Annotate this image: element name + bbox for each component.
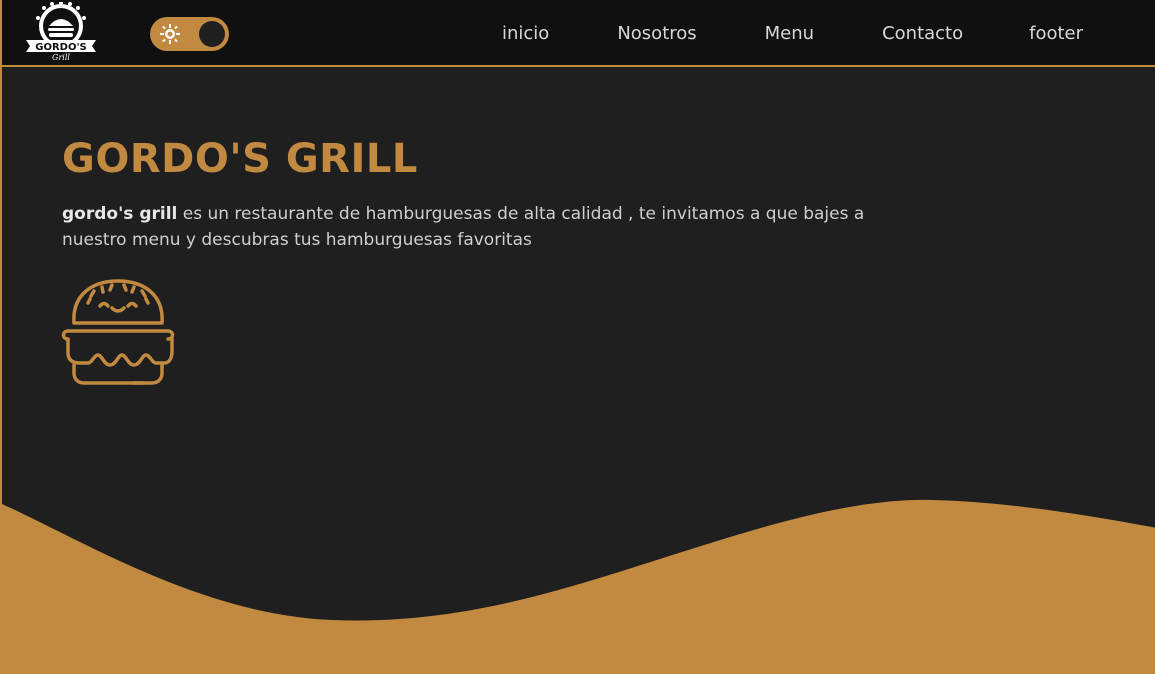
- nav-item-footer[interactable]: footer: [1029, 23, 1083, 44]
- gordos-grill-logo-icon: GORDO'S Grill: [26, 1, 96, 62]
- nav-item-nosotros[interactable]: Nosotros: [617, 23, 696, 44]
- logo-text-top: GORDO'S: [35, 42, 86, 53]
- logo-text-bottom: Grill: [52, 53, 70, 62]
- brand-logo[interactable]: GORDO'S Grill: [22, 1, 100, 62]
- page: GORDO'S Grill inicio Nosotros Menu Conta…: [0, 0, 1155, 674]
- theme-toggle[interactable]: [150, 17, 229, 51]
- sun-icon: [160, 24, 180, 44]
- hero-description: gordo's grill es un restaurante de hambu…: [62, 201, 922, 253]
- nav-item-inicio[interactable]: inicio: [502, 23, 549, 44]
- burger-icon: [61, 279, 175, 385]
- nav-item-menu[interactable]: Menu: [765, 23, 814, 44]
- nav-item-contacto[interactable]: Contacto: [882, 23, 963, 44]
- nav-menu: inicio Nosotros Menu Contacto footer: [492, 0, 1083, 67]
- hero-description-text: es un restaurante de hamburguesas de alt…: [62, 204, 865, 250]
- decorative-wave: [2, 499, 1155, 674]
- hero-title: GORDO'S GRILL: [62, 136, 418, 182]
- hero-brand-name: gordo's grill: [62, 204, 178, 224]
- navbar: GORDO'S Grill inicio Nosotros Menu Conta…: [2, 0, 1155, 67]
- toggle-knob[interactable]: [199, 21, 225, 47]
